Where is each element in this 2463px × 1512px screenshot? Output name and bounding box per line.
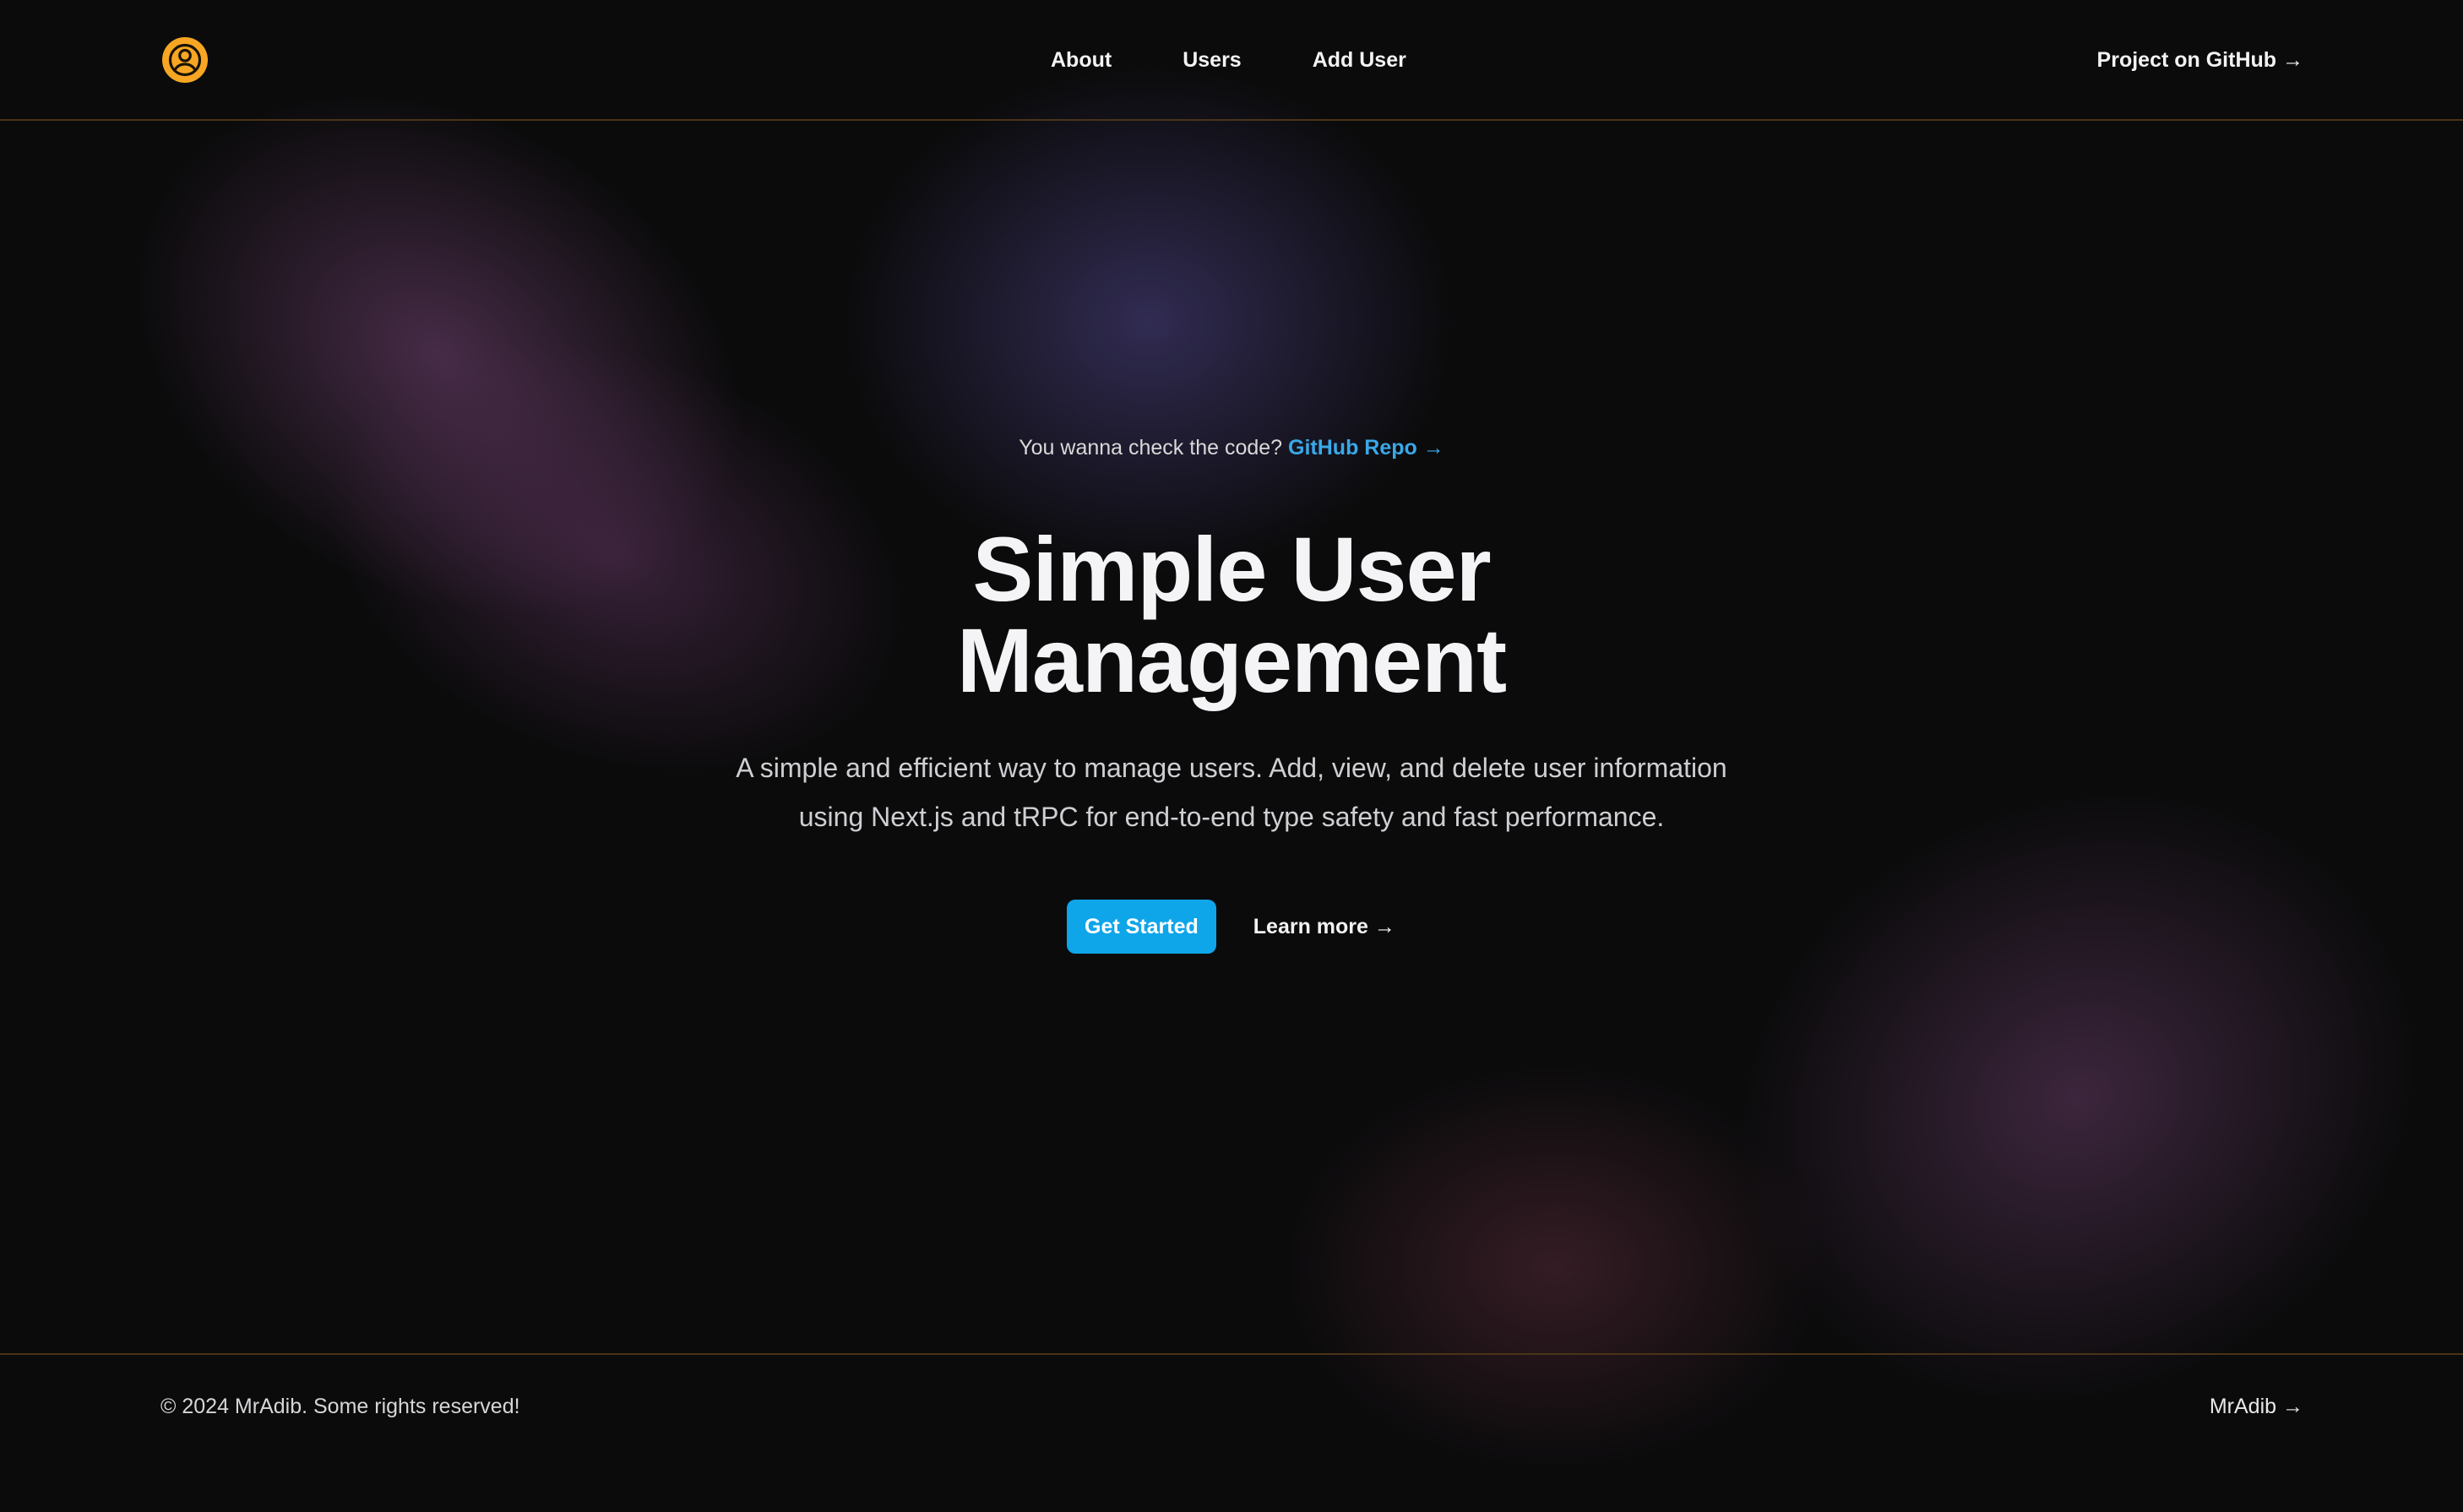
learn-more-link[interactable]: Learn more → bbox=[1253, 915, 1395, 939]
check-code-text: You wanna check the code? bbox=[1019, 436, 1283, 460]
hero-description: A simple and efficient way to manage use… bbox=[682, 743, 1781, 841]
title-line-2: Management bbox=[956, 609, 1507, 711]
nav-users[interactable]: Users bbox=[1183, 48, 1242, 73]
copyright-text: © 2024 MrAdib. Some rights reserved! bbox=[160, 1394, 520, 1418]
github-repo-link[interactable]: GitHub Repo → bbox=[1288, 436, 1444, 460]
user-circle-icon[interactable] bbox=[162, 37, 208, 83]
site-footer: © 2024 MrAdib. Some rights reserved! MrA… bbox=[0, 1353, 2463, 1458]
description-line-2: using Next.js and tRPC for end-to-end ty… bbox=[798, 802, 1665, 832]
get-started-button[interactable]: Get Started bbox=[1067, 900, 1216, 954]
background-glow bbox=[845, 68, 1453, 574]
user-circle-icon-graphic bbox=[168, 43, 202, 77]
description-line-1: A simple and efficient way to manage use… bbox=[736, 753, 1727, 783]
nav-about[interactable]: About bbox=[1051, 48, 1112, 73]
nav-add-user[interactable]: Add User bbox=[1313, 48, 1406, 73]
check-code-line: You wanna check the code? GitHub Repo → bbox=[0, 436, 2463, 460]
title-line-1: Simple User bbox=[972, 518, 1491, 620]
page-title: Simple User Management bbox=[0, 524, 2463, 706]
cta-group: Get Started Learn more → bbox=[1067, 900, 1395, 954]
github-project-link[interactable]: Project on GitHub → bbox=[2097, 0, 2303, 121]
main-nav: About Users Add User bbox=[1051, 0, 1406, 121]
site-header: About Users Add User Project on GitHub → bbox=[0, 0, 2463, 121]
author-link[interactable]: MrAdib → bbox=[2210, 1355, 2303, 1458]
